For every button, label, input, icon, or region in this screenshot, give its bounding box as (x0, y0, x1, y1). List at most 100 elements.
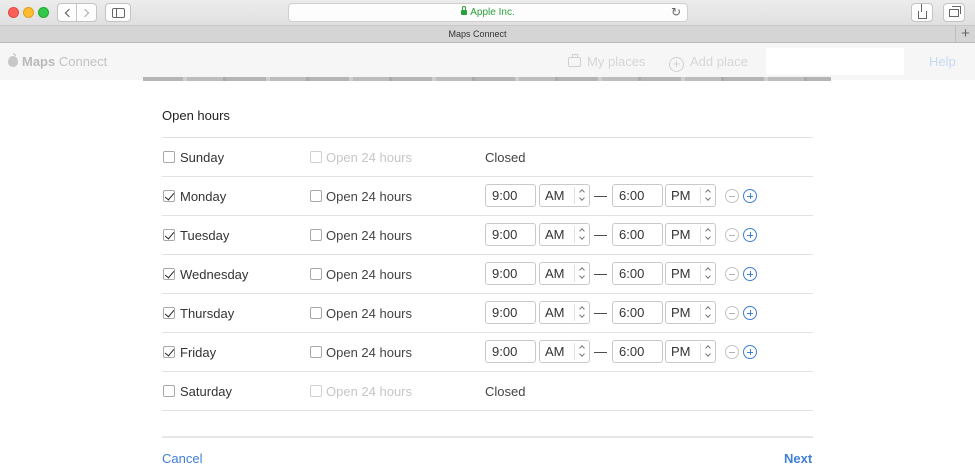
sidebar-toggle-button[interactable] (105, 3, 131, 22)
new-tab-button[interactable]: + (955, 26, 975, 43)
hours-row-friday: Friday Open 24 hours 9:00 AM — 6:00 PM (162, 333, 813, 372)
window-titlebar: Apple Inc. ↻ (0, 0, 975, 26)
open-time-input[interactable]: 9:00 (485, 301, 536, 324)
zoom-window-button[interactable] (38, 7, 49, 18)
close-time-input[interactable]: 6:00 (612, 340, 663, 363)
brand-name-bold: Maps (22, 54, 56, 69)
tab-maps-connect[interactable]: Maps Connect (0, 29, 955, 39)
brand-logo[interactable]: Maps Connect (8, 53, 108, 69)
open-24-hours-checkbox[interactable] (310, 229, 322, 241)
close-ampm-value: PM (671, 266, 691, 281)
map-preview-strip (143, 77, 831, 81)
remove-hours-icon[interactable] (725, 228, 739, 242)
add-hours-icon[interactable] (743, 306, 757, 320)
close-ampm-value: PM (671, 227, 691, 242)
hours-row-tuesday: Tuesday Open 24 hours 9:00 AM — 6:00 PM (162, 216, 813, 255)
day-checkbox[interactable] (163, 229, 175, 241)
forward-button[interactable] (77, 3, 97, 22)
time-range-dash: — (594, 188, 607, 203)
day-label: Saturday (180, 384, 233, 399)
day-checkbox[interactable] (163, 346, 175, 358)
open-24-hours-label: Open 24 hours (326, 228, 413, 243)
open-ampm-select[interactable]: AM (539, 301, 590, 324)
open-time-input[interactable]: 9:00 (485, 184, 536, 207)
address-bar[interactable]: Apple Inc. ↻ (288, 3, 688, 22)
close-ampm-select[interactable]: PM (665, 184, 716, 207)
day-checkbox[interactable] (163, 268, 175, 280)
add-hours-icon[interactable] (743, 228, 757, 242)
divider (162, 410, 813, 411)
closed-label: Closed (485, 150, 526, 165)
search-input[interactable] (766, 48, 904, 75)
next-button[interactable]: Next (784, 451, 812, 466)
close-ampm-value: PM (671, 188, 691, 203)
back-button[interactable] (57, 3, 77, 22)
add-circle-icon: + (669, 57, 684, 72)
time-range-dash: — (594, 305, 607, 320)
open-ampm-select[interactable]: AM (539, 184, 590, 207)
remove-hours-icon[interactable] (725, 306, 739, 320)
page-title: Open hours (162, 108, 230, 123)
add-place-link[interactable]: + Add place (669, 54, 748, 72)
cancel-button[interactable]: Cancel (162, 451, 202, 466)
time-range-dash: — (594, 266, 607, 281)
remove-hours-icon[interactable] (725, 345, 739, 359)
url-text: Apple Inc. (470, 7, 515, 18)
open-ampm-select[interactable]: AM (539, 223, 590, 246)
day-checkbox[interactable] (163, 151, 175, 163)
hours-row-thursday: Thursday Open 24 hours 9:00 AM — 6:00 PM (162, 294, 813, 333)
lock-icon (461, 6, 468, 15)
checkmark-icon (164, 346, 175, 357)
minimize-window-button[interactable] (23, 7, 34, 18)
open-ampm-select[interactable]: AM (539, 262, 590, 285)
brand-name: Connect (55, 54, 108, 69)
hours-row-saturday: Saturday Open 24 hours Closed (162, 372, 813, 411)
reload-icon[interactable]: ↻ (671, 6, 681, 19)
open-24-hours-checkbox[interactable] (310, 268, 322, 280)
close-ampm-value: PM (671, 305, 691, 320)
checkmark-icon (164, 229, 175, 240)
open-24-hours-checkbox[interactable] (310, 307, 322, 319)
add-hours-icon[interactable] (743, 189, 757, 203)
open-time-input[interactable]: 9:00 (485, 262, 536, 285)
up-down-chevron-icon (700, 343, 715, 360)
day-checkbox[interactable] (163, 385, 175, 397)
open-24-hours-checkbox[interactable] (310, 190, 322, 202)
close-time-input[interactable]: 6:00 (612, 301, 663, 324)
tab-bar: Maps Connect + (0, 26, 975, 43)
day-checkbox[interactable] (163, 190, 175, 202)
close-window-button[interactable] (8, 7, 19, 18)
day-checkbox[interactable] (163, 307, 175, 319)
close-ampm-select[interactable]: PM (665, 223, 716, 246)
help-link[interactable]: Help (929, 54, 956, 69)
chevron-right-icon (80, 8, 90, 17)
add-hours-icon[interactable] (743, 345, 757, 359)
close-ampm-select[interactable]: PM (665, 340, 716, 363)
sidebar-icon (111, 7, 125, 18)
remove-hours-icon[interactable] (725, 267, 739, 281)
close-time-input[interactable]: 6:00 (612, 184, 663, 207)
close-ampm-select[interactable]: PM (665, 301, 716, 324)
up-down-chevron-icon (700, 226, 715, 243)
open-24-hours-checkbox[interactable] (310, 346, 322, 358)
remove-hours-icon[interactable] (725, 189, 739, 203)
open-24-hours-label: Open 24 hours (326, 306, 413, 321)
briefcase-icon (568, 54, 581, 67)
my-places-label: My places (587, 54, 646, 69)
open-ampm-value: AM (545, 266, 565, 281)
close-time-input[interactable]: 6:00 (612, 262, 663, 285)
tab-overview-button[interactable] (943, 3, 965, 22)
footer-divider (162, 436, 813, 438)
my-places-link[interactable]: My places (568, 54, 646, 69)
open-time-input[interactable]: 9:00 (485, 340, 536, 363)
share-button[interactable] (911, 3, 933, 22)
up-down-chevron-icon (700, 265, 715, 282)
close-ampm-select[interactable]: PM (665, 262, 716, 285)
close-time-input[interactable]: 6:00 (612, 223, 663, 246)
add-hours-icon[interactable] (743, 267, 757, 281)
day-label: Wednesday (180, 267, 249, 282)
hours-row-sunday: Sunday Open 24 hours Closed (162, 138, 813, 177)
open-time-input[interactable]: 9:00 (485, 223, 536, 246)
checkmark-icon (164, 190, 175, 201)
open-ampm-select[interactable]: AM (539, 340, 590, 363)
